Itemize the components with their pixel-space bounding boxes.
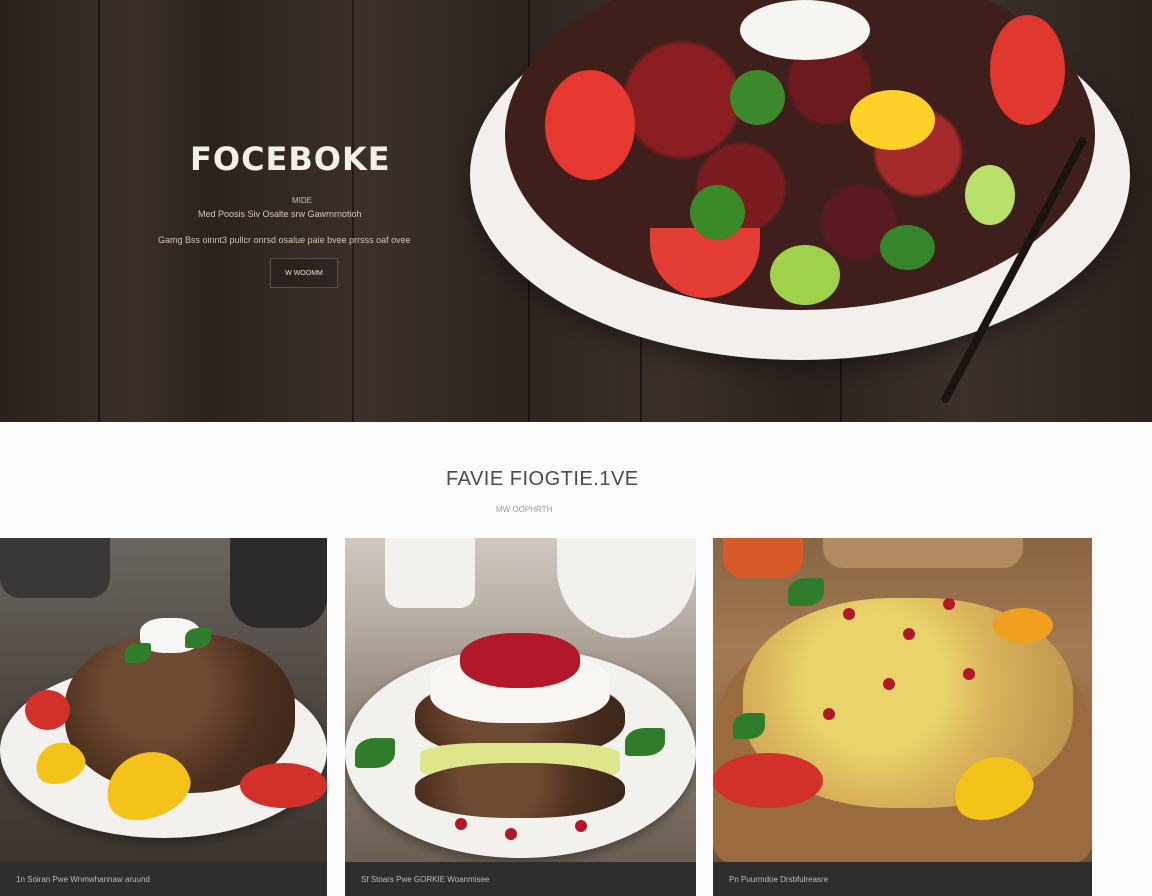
bowl-image <box>557 538 696 638</box>
cup-image <box>230 538 327 628</box>
herb-garnish <box>125 643 151 663</box>
pomegranate-seed <box>883 678 895 690</box>
orange-slice <box>993 608 1053 643</box>
cilantro-leaf <box>730 70 785 125</box>
tomato-slice <box>713 753 823 808</box>
pomegranate-seed <box>455 818 467 830</box>
board-image <box>823 538 1023 568</box>
hero-cta-button[interactable]: W WOOMM <box>270 258 338 288</box>
pomegranate-seed <box>575 820 587 832</box>
burger-patty <box>415 763 625 818</box>
recipe-card[interactable]: Sf Stoars Pwe GORKIE Woanmisee <box>345 538 696 896</box>
recipe-card[interactable]: 1n Soiran Pwe Wnmwhannaw aruund <box>0 538 327 896</box>
pomegranate-seed <box>843 608 855 620</box>
recipe-card-caption: 1n Soiran Pwe Wnmwhannaw aruund <box>0 862 327 896</box>
hero-tagline: MIDE <box>292 196 312 205</box>
recipe-card[interactable]: Pn Puurmdoe Drsbfulreasre <box>713 538 1092 896</box>
herb-garnish <box>625 728 665 756</box>
cilantro-leaf <box>880 225 935 270</box>
dish-image <box>723 538 803 578</box>
recipe-card-caption: Pn Puurmdoe Drsbfulreasre <box>713 862 1092 896</box>
pomegranate-topping <box>460 633 580 688</box>
brand-title: FOCEBOKE <box>190 140 391 178</box>
lemon-wedge <box>850 90 935 150</box>
recipe-card-image <box>713 538 1092 863</box>
herb-garnish <box>788 578 824 606</box>
cup-image <box>385 538 475 608</box>
strawberry-slice <box>545 70 635 180</box>
tomato-slice <box>25 690 70 730</box>
herb-garnish <box>185 628 211 648</box>
wood-plank-divider <box>98 0 100 422</box>
hero-description: Gamg Bss oinnt3 pullcr onrsd osalue paie… <box>158 235 411 245</box>
lime-wedge <box>770 245 840 305</box>
hero-banner: FOCEBOKE MIDE Med Poosis Siv Osalte srw … <box>0 0 1152 422</box>
section-title: FAVIE FIOGTIE.1VE <box>446 468 639 490</box>
herb-garnish <box>355 738 395 768</box>
strawberry-slice <box>990 15 1065 125</box>
recipe-card-image <box>345 538 696 862</box>
tomato-slice <box>240 763 327 808</box>
cup-image <box>0 538 110 598</box>
recipe-card-caption: Sf Stoars Pwe GORKIE Woanmisee <box>345 862 696 896</box>
pomegranate-seed <box>963 668 975 680</box>
pomegranate-seed <box>823 708 835 720</box>
recipe-card-image <box>0 538 327 862</box>
cream-topping <box>740 0 870 60</box>
lime-wedge <box>965 165 1015 225</box>
cilantro-leaf <box>690 185 745 240</box>
section-subtitle: MW OOPHRTH <box>496 505 553 514</box>
pomegranate-seed <box>903 628 915 640</box>
pomegranate-seed <box>943 598 955 610</box>
pomegranate-seed <box>505 828 517 840</box>
herb-garnish <box>733 713 765 739</box>
hero-subtitle: Med Poosis Siv Osalte srw Gawrnrnotioh <box>198 209 362 219</box>
